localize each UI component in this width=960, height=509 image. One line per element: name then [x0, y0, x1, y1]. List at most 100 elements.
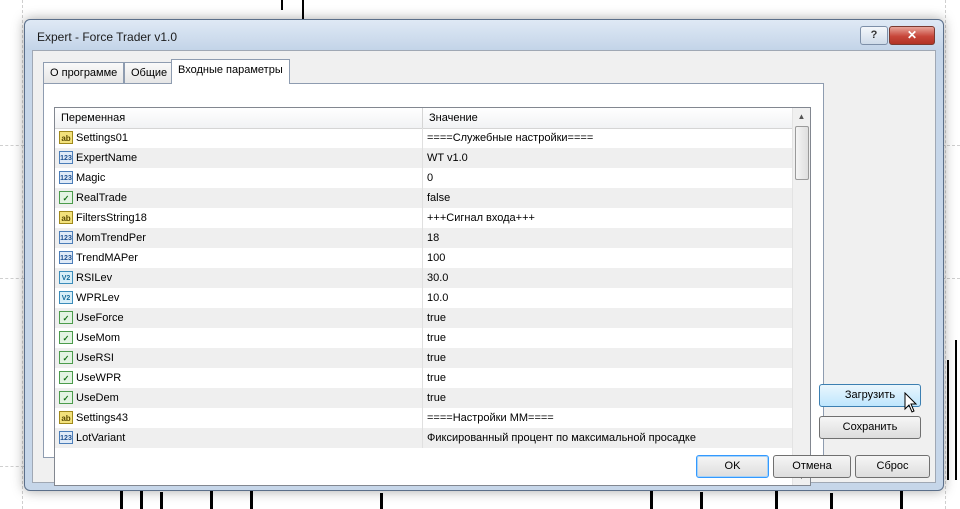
cell-divider [422, 328, 423, 348]
parameters-grid: Переменная Значение ab Settings01 ====Служ… [54, 107, 811, 486]
cell-divider [422, 348, 423, 368]
cell-divider [422, 248, 423, 268]
parameter-name: UseMom [76, 332, 121, 344]
parameter-name: LotVariant [76, 432, 126, 444]
window-title: Expert - Force Trader v1.0 [37, 30, 178, 44]
parameter-value[interactable]: 18 [427, 228, 439, 248]
mouse-cursor-icon [904, 392, 918, 413]
parameter-value[interactable]: 30.0 [427, 268, 448, 288]
cell-divider [422, 128, 423, 148]
boolean-type-icon: ✓ [59, 391, 73, 404]
parameter-value[interactable]: true [427, 388, 446, 408]
table-row[interactable]: ✓ UseWPR true [55, 368, 792, 388]
parameter-value[interactable]: false [427, 188, 450, 208]
double-type-icon: V2 [59, 291, 73, 304]
integer-type-icon: 123 [59, 431, 73, 444]
cell-divider [422, 188, 423, 208]
save-button[interactable]: Сохранить [819, 416, 921, 439]
parameter-value[interactable]: Фиксированный процент по максимальной пр… [427, 428, 696, 448]
table-row[interactable]: ✓ UseMom true [55, 328, 792, 348]
table-row[interactable]: 123 LotVariant Фиксированный процент по ма… [55, 428, 792, 448]
vertical-scrollbar[interactable]: ▲ ▼ [792, 108, 810, 485]
table-row[interactable]: ✓ RealTrade false [55, 188, 792, 208]
parameter-value[interactable]: true [427, 348, 446, 368]
column-header-value[interactable]: Значение [423, 108, 478, 128]
parameter-name: UseWPR [76, 372, 122, 384]
parameter-name: UseRSI [76, 352, 114, 364]
table-row[interactable]: 123 MomTrendPer 18 [55, 228, 792, 248]
parameter-value[interactable]: 100 [427, 248, 445, 268]
table-row[interactable]: ab Settings01 ====Служебные настройки==== [55, 128, 792, 148]
cell-divider [422, 368, 423, 388]
grid-rows: ab Settings01 ====Служебные настройки==== 1… [55, 128, 792, 448]
parameter-value[interactable]: ====Служебные настройки==== [427, 128, 593, 148]
cancel-button[interactable]: Отмена [773, 455, 851, 478]
cell-divider [422, 148, 423, 168]
table-row[interactable]: V2 WPRLev 10.0 [55, 288, 792, 308]
tab-panel-input-parameters: Переменная Значение ab Settings01 ====Служ… [43, 83, 824, 486]
boolean-type-icon: ✓ [59, 371, 73, 384]
parameter-value[interactable]: +++Сигнал входа+++ [427, 208, 535, 228]
expert-properties-dialog: Expert - Force Trader v1.0 ? ✕ О програм… [24, 19, 944, 491]
table-row[interactable]: 123 ExpertName WT v1.0 [55, 148, 792, 168]
cell-divider [422, 168, 423, 188]
parameter-name: WPRLev [76, 292, 120, 304]
boolean-type-icon: ✓ [59, 351, 73, 364]
parameter-name: RSILev [76, 272, 113, 284]
table-row[interactable]: ✓ UseForce true [55, 308, 792, 328]
table-row[interactable]: V2 RSILev 30.0 [55, 268, 792, 288]
parameter-name: Settings43 [76, 412, 128, 424]
tab-about[interactable]: О программе [43, 62, 125, 83]
parameter-name: UseDem [76, 392, 119, 404]
cell-divider [422, 428, 423, 448]
string-type-icon: ab [59, 211, 73, 224]
reset-button[interactable]: Сброс [855, 455, 930, 478]
parameter-value[interactable]: WT v1.0 [427, 148, 468, 168]
tab-input-parameters[interactable]: Входные параметры [171, 59, 290, 84]
cell-divider [422, 408, 423, 428]
table-row[interactable]: 123 Magic 0 [55, 168, 792, 188]
table-row[interactable]: ✓ UseRSI true [55, 348, 792, 368]
parameter-name: FiltersString18 [76, 212, 147, 224]
boolean-type-icon: ✓ [59, 331, 73, 344]
table-row[interactable]: 123 TrendMAPer 100 [55, 248, 792, 268]
title-bar[interactable]: Expert - Force Trader v1.0 ? ✕ [25, 20, 943, 50]
parameter-value[interactable]: true [427, 328, 446, 348]
cell-divider [422, 308, 423, 328]
close-button[interactable]: ✕ [889, 26, 935, 45]
scroll-thumb[interactable] [795, 126, 809, 180]
parameter-name: MomTrendPer [76, 232, 146, 244]
integer-type-icon: 123 [59, 171, 73, 184]
parameter-name: TrendMAPer [76, 252, 138, 264]
parameter-name: RealTrade [76, 192, 127, 204]
string-type-icon: ab [59, 131, 73, 144]
integer-type-icon: 123 [59, 251, 73, 264]
cell-divider [422, 208, 423, 228]
parameter-value[interactable]: true [427, 368, 446, 388]
parameter-value[interactable]: 10.0 [427, 288, 448, 308]
integer-type-icon: 123 [59, 231, 73, 244]
cell-divider [422, 288, 423, 308]
table-row[interactable]: ab Settings43 ====Настройки ММ==== [55, 408, 792, 428]
table-row[interactable]: ab FiltersString18 +++Сигнал входа+++ [55, 208, 792, 228]
column-header-variable[interactable]: Переменная [55, 108, 125, 128]
parameter-value[interactable]: true [427, 308, 446, 328]
tab-common[interactable]: Общие [124, 62, 175, 83]
scroll-up-icon[interactable]: ▲ [793, 108, 810, 125]
dialog-client-area: О программе Общие Входные параметры Пере… [32, 50, 936, 486]
parameter-name: ExpertName [76, 152, 138, 164]
grid-header: Переменная Значение [55, 108, 792, 129]
integer-type-icon: 123 [59, 151, 73, 164]
help-button[interactable]: ? [860, 26, 888, 45]
parameter-name: Magic [76, 172, 106, 184]
boolean-type-icon: ✓ [59, 311, 73, 324]
cell-divider [422, 388, 423, 408]
boolean-type-icon: ✓ [59, 191, 73, 204]
string-type-icon: ab [59, 411, 73, 424]
ok-button[interactable]: OK [696, 455, 769, 478]
parameter-value[interactable]: ====Настройки ММ==== [427, 408, 554, 428]
parameter-value[interactable]: 0 [427, 168, 433, 188]
cell-divider [422, 268, 423, 288]
parameter-name: UseForce [76, 312, 124, 324]
table-row[interactable]: ✓ UseDem true [55, 388, 792, 408]
